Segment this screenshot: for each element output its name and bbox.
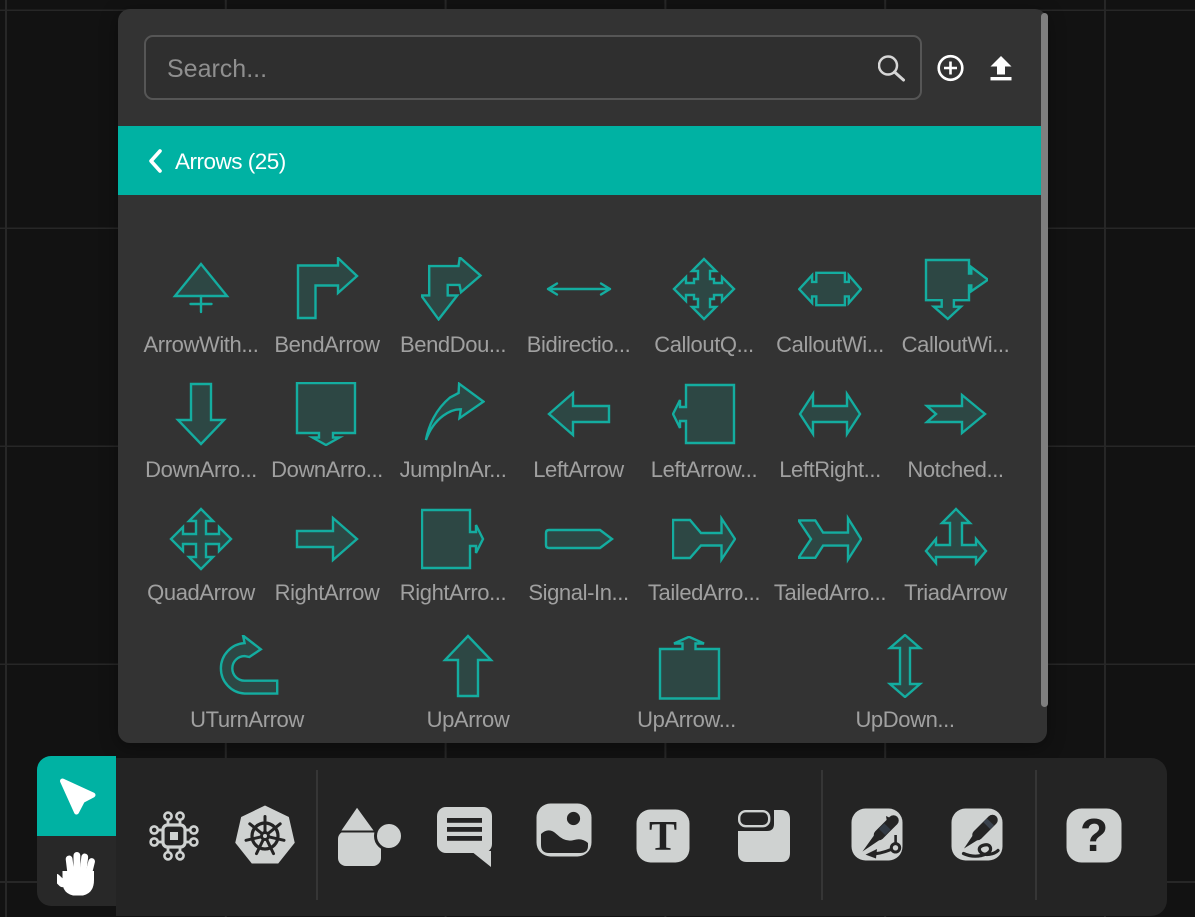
svg-text:?: ? [1080, 809, 1108, 861]
svg-text:T: T [649, 814, 677, 860]
